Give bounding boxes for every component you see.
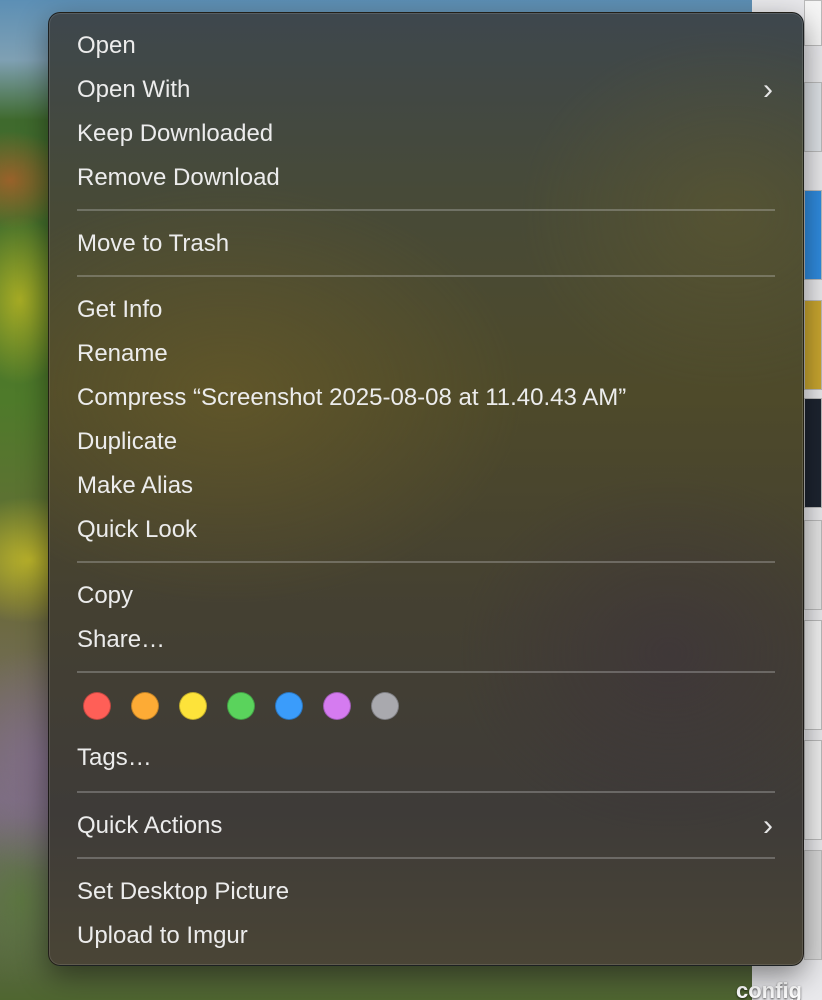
menu-separator	[77, 275, 775, 277]
file-thumbnail[interactable]	[804, 300, 822, 390]
file-thumbnail[interactable]	[804, 740, 822, 840]
menu-item-tags[interactable]: Tags…	[77, 738, 783, 778]
menu-item-set-desktop-picture[interactable]: Set Desktop Picture	[77, 872, 783, 912]
tag-purple-dot[interactable]	[323, 692, 351, 720]
menu-item-label: Duplicate	[77, 428, 178, 455]
menu-item-copy[interactable]: Copy	[77, 576, 783, 616]
menu-item-compress[interactable]: Compress “Screenshot 2025-08-08 at 11.40…	[77, 378, 783, 418]
menu-item-quick-actions[interactable]: Quick Actions ›	[77, 806, 783, 846]
menu-item-label: Quick Actions	[77, 812, 223, 839]
tag-blue-dot[interactable]	[275, 692, 303, 720]
menu-item-label: Remove Download	[77, 164, 280, 191]
file-thumbnail[interactable]	[804, 520, 822, 610]
tag-color-row	[83, 692, 399, 722]
menu-item-get-info[interactable]: Get Info	[77, 290, 783, 330]
file-thumbnail[interactable]	[804, 0, 822, 46]
menu-item-remove-download[interactable]: Remove Download	[77, 158, 783, 198]
menu-item-label: Keep Downloaded	[77, 120, 274, 147]
tag-green-dot[interactable]	[227, 692, 255, 720]
menu-separator	[77, 209, 775, 211]
chevron-right-icon: ›	[763, 73, 773, 106]
menu-item-label: Upload to Imgur	[77, 922, 248, 949]
tag-yellow-dot[interactable]	[179, 692, 207, 720]
file-thumbnail[interactable]	[804, 850, 822, 960]
tag-gray-dot[interactable]	[371, 692, 399, 720]
menu-separator	[77, 857, 775, 859]
menu-item-quick-look[interactable]: Quick Look	[77, 510, 783, 550]
tag-red-dot[interactable]	[83, 692, 111, 720]
file-thumbnail[interactable]	[804, 82, 822, 152]
menu-item-open-with[interactable]: Open With ›	[77, 70, 783, 110]
context-menu: Open Open With › Keep Downloaded Remove …	[48, 12, 804, 966]
menu-separator	[77, 791, 775, 793]
menu-item-label: Get Info	[77, 296, 163, 323]
menu-item-label: Open	[77, 32, 136, 59]
menu-item-label: Set Desktop Picture	[77, 878, 290, 905]
menu-item-open[interactable]: Open	[77, 26, 783, 66]
menu-item-label: Rename	[77, 340, 168, 367]
menu-item-move-to-trash[interactable]: Move to Trash	[77, 224, 783, 264]
menu-item-label: Copy	[77, 582, 134, 609]
menu-separator	[77, 671, 775, 673]
menu-item-share[interactable]: Share…	[77, 620, 783, 660]
menu-separator	[77, 561, 775, 563]
menu-item-label: Compress “Screenshot 2025-08-08 at 11.40…	[77, 384, 627, 411]
menu-item-label: Share…	[77, 626, 166, 653]
menu-item-make-alias[interactable]: Make Alias	[77, 466, 783, 506]
menu-item-upload-to-imgur[interactable]: Upload to Imgur	[77, 916, 783, 956]
menu-item-label: Make Alias	[77, 472, 194, 499]
menu-item-label: Tags…	[77, 744, 152, 771]
menu-item-keep-downloaded[interactable]: Keep Downloaded	[77, 114, 783, 154]
desktop-file-label[interactable]: config	[736, 978, 802, 1000]
menu-item-label: Open With	[77, 76, 191, 103]
file-thumbnail[interactable]	[804, 620, 822, 730]
file-thumbnail[interactable]	[804, 190, 822, 280]
menu-item-duplicate[interactable]: Duplicate	[77, 422, 783, 462]
file-thumbnail[interactable]	[804, 398, 822, 508]
chevron-right-icon: ›	[763, 809, 773, 842]
tag-orange-dot[interactable]	[131, 692, 159, 720]
menu-item-label: Move to Trash	[77, 230, 230, 257]
menu-item-rename[interactable]: Rename	[77, 334, 783, 374]
menu-item-label: Quick Look	[77, 516, 198, 543]
